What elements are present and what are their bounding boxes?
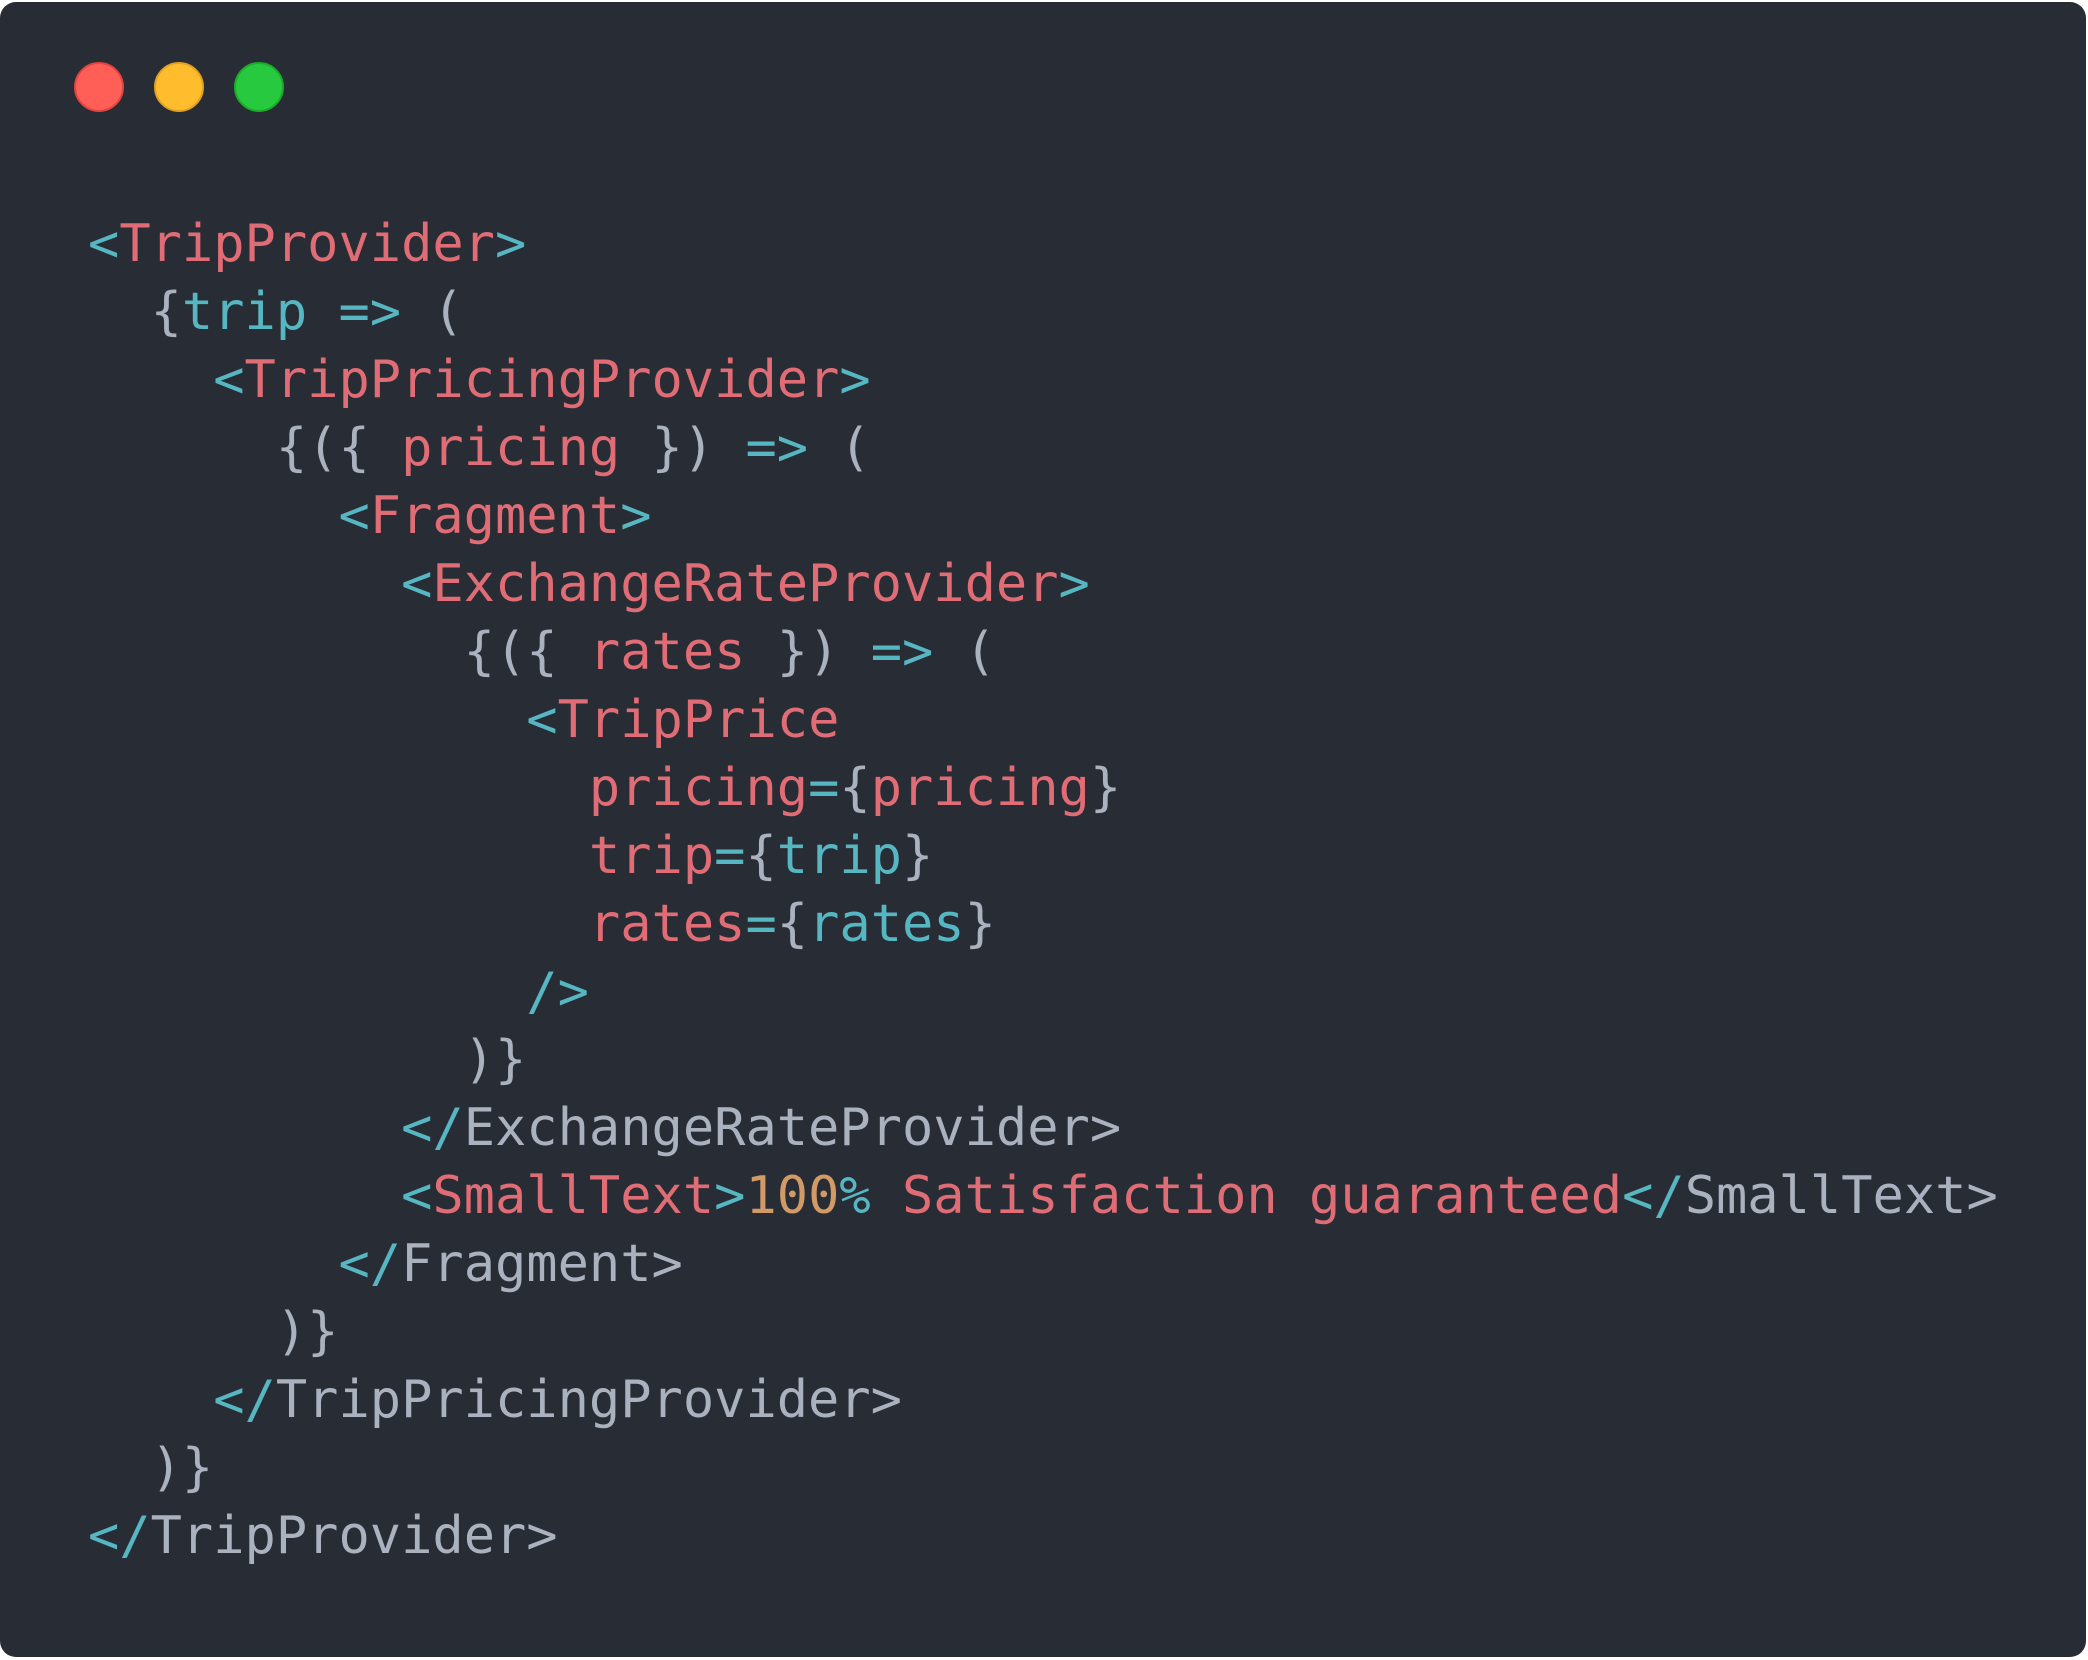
code-token: {({ bbox=[88, 418, 402, 478]
code-token: } bbox=[964, 894, 996, 954]
code-token: )} bbox=[88, 1302, 339, 1362]
minimize-button[interactable] bbox=[154, 62, 204, 112]
code-token: % bbox=[839, 1166, 902, 1226]
code-token: } bbox=[1089, 758, 1122, 818]
code-token: < bbox=[88, 554, 433, 614]
code-token: ( bbox=[432, 282, 464, 342]
code-token: > bbox=[620, 486, 652, 546]
code-token: { bbox=[776, 894, 809, 954]
code-token: rates bbox=[588, 622, 746, 682]
code-token: > bbox=[1058, 554, 1090, 614]
code-token: }) bbox=[745, 622, 871, 682]
code-token: pricing bbox=[88, 758, 809, 818]
code-token: { bbox=[839, 758, 871, 818]
code-token: TripPrice bbox=[557, 690, 840, 750]
code-token: < bbox=[88, 1166, 433, 1226]
code-line: <ExchangeRateProvider> bbox=[88, 550, 1998, 618]
code-token: < bbox=[88, 350, 245, 410]
code-token: TripProvider bbox=[119, 214, 495, 274]
code-line: /> bbox=[88, 958, 1998, 1026]
code-token: trip bbox=[776, 826, 902, 886]
code-token: </ bbox=[88, 1506, 151, 1566]
code-line: rates={rates} bbox=[88, 890, 1998, 958]
code-token: < bbox=[88, 690, 558, 750]
code-line: <TripPrice bbox=[88, 686, 1998, 754]
code-token: </ bbox=[88, 1098, 464, 1158]
code-line: {trip => ( bbox=[88, 278, 1998, 346]
code-token: {({ bbox=[88, 622, 589, 682]
code-token: } bbox=[902, 826, 934, 886]
code-line: <Fragment> bbox=[88, 482, 1998, 550]
code-token: </ bbox=[88, 1234, 402, 1294]
code-token: SmallText> bbox=[1684, 1166, 1998, 1226]
code-token: TripPricingProvider bbox=[244, 350, 840, 410]
code-token: > bbox=[714, 1166, 746, 1226]
code-token: rates bbox=[88, 894, 746, 954]
code-token: </ bbox=[1622, 1166, 1685, 1226]
code-line: pricing={pricing} bbox=[88, 754, 1998, 822]
code-token: Fragment> bbox=[401, 1234, 683, 1294]
code-token: => bbox=[870, 622, 934, 682]
code-line: {({ pricing }) => ( bbox=[88, 414, 1998, 482]
code-line: </TripPricingProvider> bbox=[88, 1366, 1998, 1434]
code-token: < bbox=[88, 214, 120, 274]
code-token: Satisfaction guaranteed bbox=[902, 1166, 1623, 1226]
code-line: <TripPricingProvider> bbox=[88, 346, 1998, 414]
code-token: = bbox=[808, 758, 840, 818]
code-token: </ bbox=[88, 1370, 276, 1430]
code-token: pricing bbox=[401, 418, 621, 478]
maximize-button[interactable] bbox=[234, 62, 284, 112]
code-token: )} bbox=[88, 1438, 214, 1498]
code-line: )} bbox=[88, 1434, 1998, 1502]
code-token: rates bbox=[808, 894, 965, 954]
code-line: </Fragment> bbox=[88, 1230, 1998, 1298]
code-token: SmallText bbox=[432, 1166, 715, 1226]
code-token: trip => bbox=[181, 282, 433, 342]
code-token: ( bbox=[808, 418, 871, 478]
code-line: {({ rates }) => ( bbox=[88, 618, 1998, 686]
code-token: { bbox=[745, 826, 777, 886]
code-token: trip bbox=[88, 826, 715, 886]
code-line: <TripProvider> bbox=[88, 210, 1998, 278]
code-token: = bbox=[745, 894, 777, 954]
code-token: TripPricingProvider> bbox=[275, 1370, 902, 1430]
code-line: trip={trip} bbox=[88, 822, 1998, 890]
code-token: { bbox=[88, 282, 182, 342]
code-line: <SmallText>100% Satisfaction guaranteed<… bbox=[88, 1162, 1998, 1230]
code-token: > bbox=[839, 350, 871, 410]
code-token: 100 bbox=[745, 1166, 840, 1226]
code-line: </TripProvider> bbox=[88, 1502, 1998, 1570]
code-token: )} bbox=[88, 1030, 527, 1090]
code-token: < bbox=[88, 486, 370, 546]
code-line: </ExchangeRateProvider> bbox=[88, 1094, 1998, 1162]
code-token: => bbox=[745, 418, 809, 478]
code-token: Fragment bbox=[369, 486, 621, 546]
code-line: )} bbox=[88, 1298, 1998, 1366]
code-token: ( bbox=[933, 622, 996, 682]
code-token: /> bbox=[88, 962, 589, 1022]
code-window: <TripProvider> {trip => ( <TripPricingPr… bbox=[0, 2, 2086, 1657]
code-token: ExchangeRateProvider bbox=[432, 554, 1059, 614]
code-token: = bbox=[714, 826, 746, 886]
code-token: > bbox=[495, 214, 527, 274]
code-token: ExchangeRateProvider> bbox=[463, 1098, 1122, 1158]
code-line: )} bbox=[88, 1026, 1998, 1094]
close-button[interactable] bbox=[74, 62, 124, 112]
code-token: pricing bbox=[870, 758, 1090, 818]
window-controls bbox=[74, 62, 284, 112]
code-token: TripProvider> bbox=[150, 1506, 558, 1566]
code-token: }) bbox=[620, 418, 746, 478]
code-block: <TripProvider> {trip => ( <TripPricingPr… bbox=[88, 210, 1998, 1570]
